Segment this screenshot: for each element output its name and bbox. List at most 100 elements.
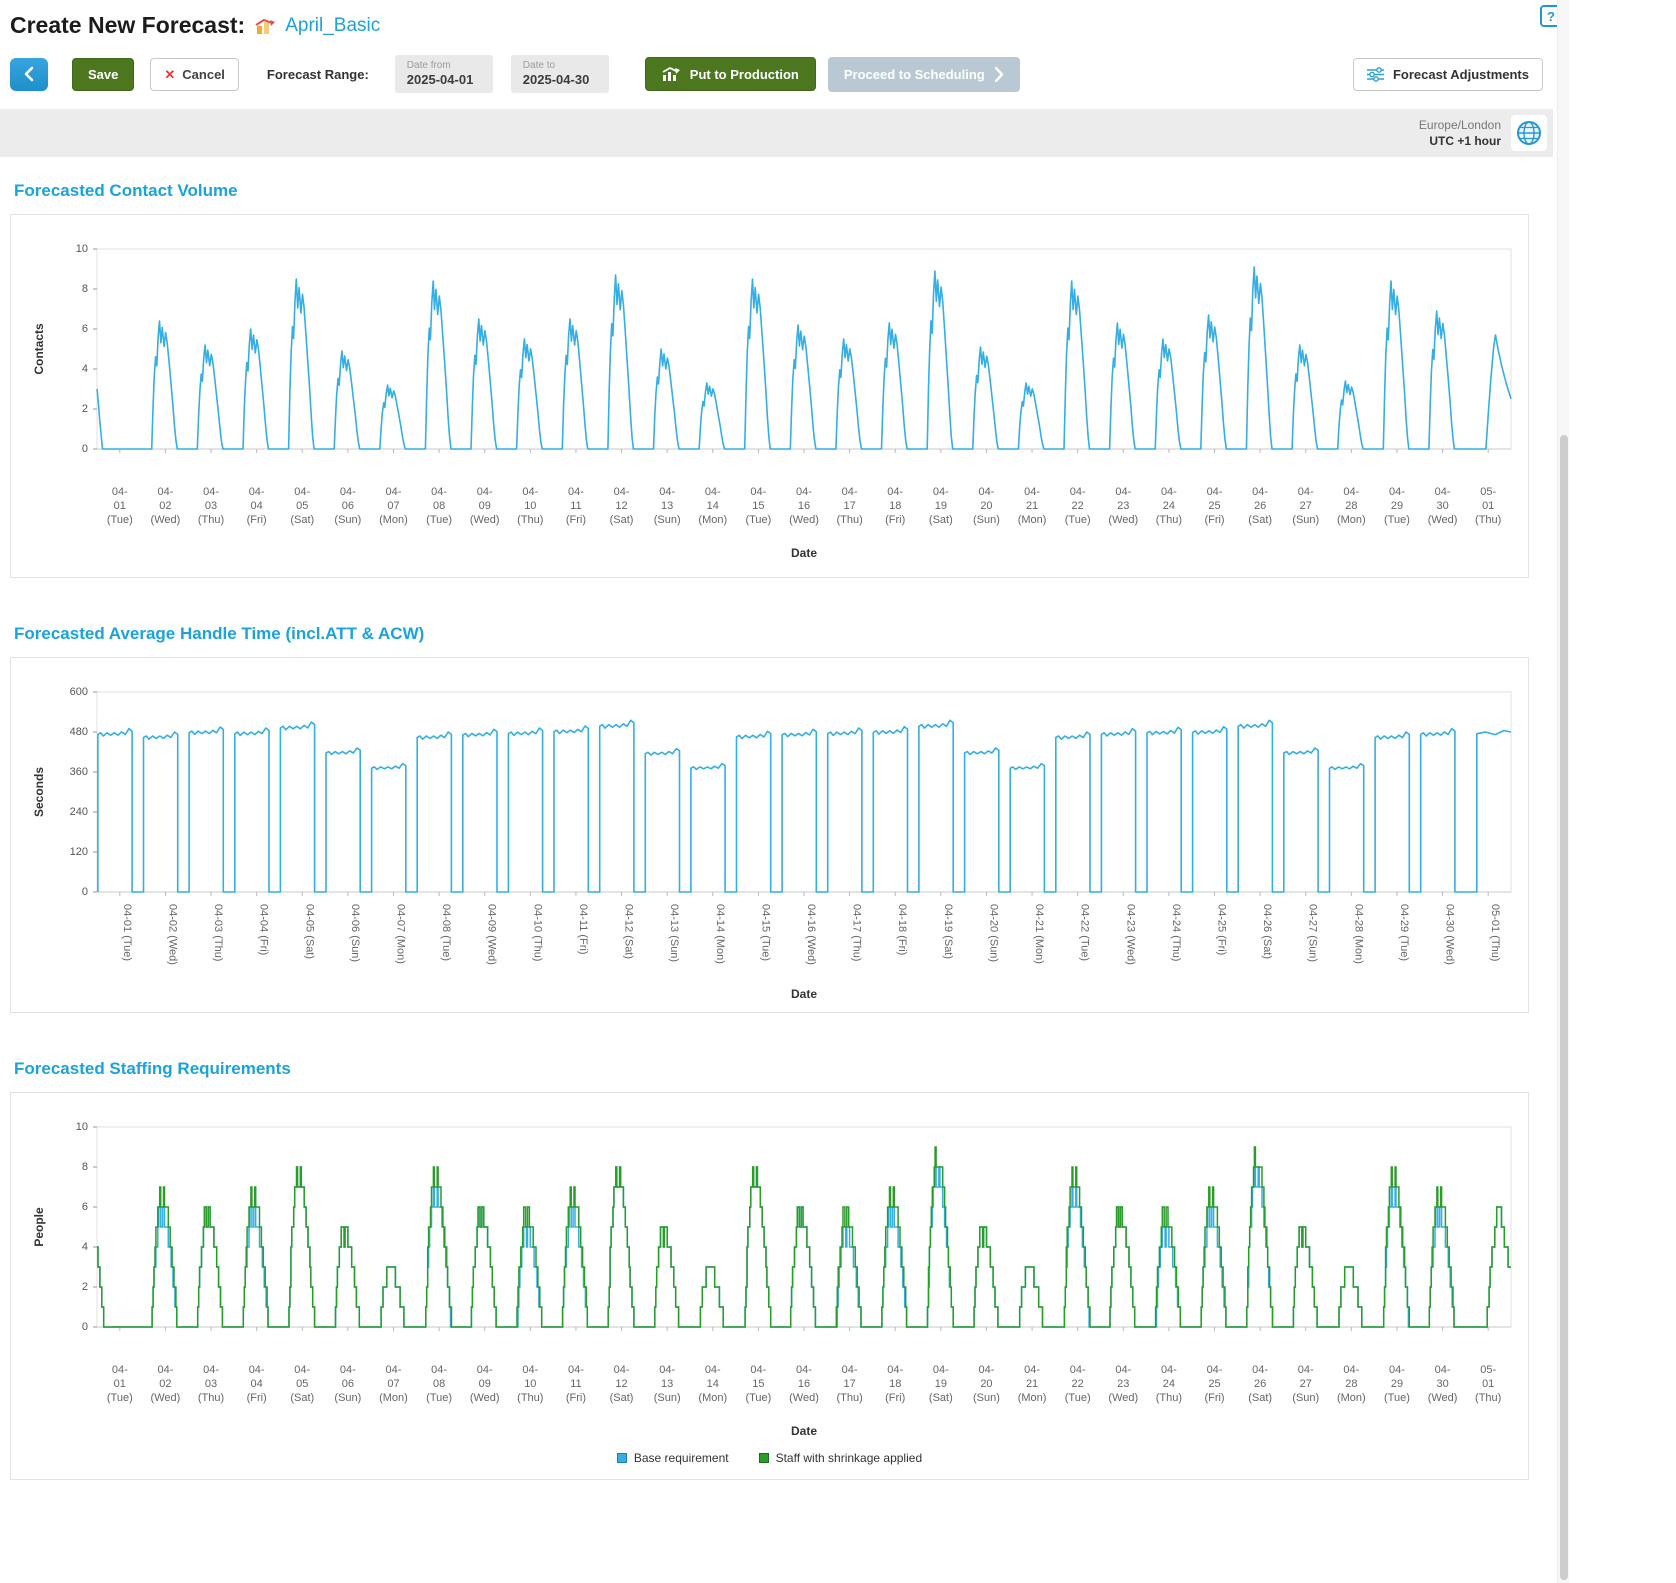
date-to-field[interactable]: Date to 2025-04-30	[510, 55, 609, 93]
svg-text:(Fri): (Fri)	[247, 1392, 267, 1404]
svg-text:04-: 04-	[522, 1364, 538, 1376]
svg-text:19: 19	[935, 1378, 947, 1390]
svg-text:04-: 04-	[842, 486, 858, 498]
svg-text:03: 03	[205, 1378, 217, 1390]
svg-text:17: 17	[843, 1378, 855, 1390]
svg-text:(Sat): (Sat)	[290, 1392, 314, 1404]
svg-text:(Fri): (Fri)	[566, 514, 586, 526]
svg-text:4: 4	[82, 363, 88, 375]
svg-text:03: 03	[205, 500, 217, 512]
svg-text:04-: 04-	[431, 1364, 447, 1376]
svg-text:04-04 (Fri): 04-04 (Fri)	[258, 904, 270, 955]
svg-text:04-26 (Sat): 04-26 (Sat)	[1261, 904, 1273, 959]
cancel-button[interactable]: ✕ Cancel	[150, 57, 239, 91]
svg-text:04-: 04-	[1389, 486, 1405, 498]
svg-text:(Thu): (Thu)	[1475, 1392, 1501, 1404]
contact-volume-chart: 0 2 4 6 8 10 04- 01 (Tue) 04- 02 (Wed) 04- 03 (Thu) 04-…	[10, 214, 1529, 578]
svg-text:(Tue): (Tue)	[1384, 1392, 1410, 1404]
svg-text:27: 27	[1300, 1378, 1312, 1390]
legend-item-base-requirement[interactable]: Base requirement	[616, 1451, 729, 1465]
svg-text:04-: 04-	[1161, 486, 1177, 498]
timezone-banner: Europe/London UTC +1 hour	[0, 109, 1553, 157]
svg-text:(Sun): (Sun)	[973, 514, 1000, 526]
svg-text:04-: 04-	[249, 486, 265, 498]
svg-text:04-17 (Thu): 04-17 (Thu)	[851, 904, 863, 961]
staffing-plot: 024681004-01(Tue)04-02(Wed)04-03(Thu)04-…	[32, 1121, 1512, 1438]
svg-text:05: 05	[296, 500, 308, 512]
scrollbar-thumb[interactable]	[1560, 435, 1568, 1580]
svg-text:People: People	[32, 1207, 46, 1247]
svg-text:01: 01	[114, 500, 126, 512]
svg-text:120: 120	[70, 846, 88, 858]
forecast-name-link[interactable]: April_Basic	[285, 15, 380, 37]
svg-text:04-30 (Wed): 04-30 (Wed)	[1444, 904, 1456, 965]
svg-text:04-: 04-	[796, 1364, 812, 1376]
svg-text:(Sat): (Sat)	[290, 514, 314, 526]
svg-text:04-: 04-	[568, 1364, 584, 1376]
svg-text:04-: 04-	[1024, 486, 1040, 498]
legend-swatch-base	[616, 1453, 627, 1463]
put-to-production-button[interactable]: Put to Production	[644, 57, 816, 91]
svg-text:04-12 (Sat): 04-12 (Sat)	[623, 904, 635, 959]
timezone-region: Europe/London	[1418, 118, 1501, 132]
svg-text:18: 18	[889, 1378, 901, 1390]
date-to-value: 2025-04-30	[522, 72, 590, 87]
svg-text:6: 6	[82, 323, 88, 335]
svg-text:13: 13	[661, 500, 673, 512]
back-button[interactable]	[10, 57, 48, 91]
svg-text:04-: 04-	[1161, 1364, 1177, 1376]
svg-text:04-24 (Thu): 04-24 (Thu)	[1170, 904, 1182, 961]
forecast-adjustments-button[interactable]: Forecast Adjustments	[1352, 57, 1543, 91]
svg-text:(Thu): (Thu)	[836, 1392, 862, 1404]
svg-text:0: 0	[82, 443, 88, 455]
svg-text:04-19 (Sat): 04-19 (Sat)	[942, 904, 954, 959]
svg-text:6: 6	[82, 1201, 88, 1213]
svg-text:04-: 04-	[294, 1364, 310, 1376]
svg-text:24: 24	[1163, 500, 1175, 512]
svg-text:04-: 04-	[1435, 486, 1451, 498]
date-from-field[interactable]: Date from 2025-04-01	[394, 55, 493, 93]
svg-text:25: 25	[1208, 500, 1220, 512]
forecast-chart-icon	[254, 17, 276, 35]
svg-text:(Wed): (Wed)	[151, 1392, 181, 1404]
svg-text:26: 26	[1254, 500, 1266, 512]
svg-text:04-: 04-	[705, 486, 721, 498]
svg-text:(Tue): (Tue)	[426, 514, 452, 526]
svg-text:(Tue): (Tue)	[1065, 514, 1091, 526]
legend-item-shrinkage[interactable]: Staff with shrinkage applied	[758, 1451, 922, 1465]
svg-text:27: 27	[1300, 500, 1312, 512]
svg-text:(Wed): (Wed)	[470, 1392, 500, 1404]
svg-text:04-23 (Wed): 04-23 (Wed)	[1124, 904, 1136, 965]
svg-text:04-: 04-	[614, 1364, 630, 1376]
contact-volume-plot: 024681004-01(Tue)04-02(Wed)04-03(Thu)04-…	[32, 243, 1512, 560]
svg-text:04-15 (Tue): 04-15 (Tue)	[759, 904, 771, 961]
globe-icon[interactable]	[1511, 115, 1547, 151]
scrollbar[interactable]	[1557, 0, 1569, 1583]
svg-text:(Sat): (Sat)	[610, 514, 634, 526]
svg-text:04-: 04-	[750, 1364, 766, 1376]
svg-text:10: 10	[524, 500, 536, 512]
staffing-section: Forecasted Staffing Requirements 0 2 4 6 8 10…	[0, 1059, 1553, 1480]
svg-text:16: 16	[798, 500, 810, 512]
svg-text:05-: 05-	[1480, 486, 1496, 498]
save-button[interactable]: Save	[72, 57, 135, 91]
svg-text:(Wed): (Wed)	[1108, 1392, 1138, 1404]
svg-text:04-: 04-	[1252, 486, 1268, 498]
svg-text:(Sat): (Sat)	[610, 1392, 634, 1404]
svg-text:Date: Date	[791, 987, 817, 1001]
svg-text:04-10 (Thu): 04-10 (Thu)	[531, 904, 543, 961]
svg-text:8: 8	[82, 283, 88, 295]
proceed-to-scheduling-button[interactable]: Proceed to Scheduling	[827, 56, 1020, 92]
svg-text:(Thu): (Thu)	[1156, 1392, 1182, 1404]
svg-text:04-: 04-	[1343, 486, 1359, 498]
svg-text:04-: 04-	[1298, 486, 1314, 498]
svg-text:(Fri): (Fri)	[1204, 514, 1224, 526]
svg-text:16: 16	[798, 1378, 810, 1390]
date-from-label: Date from	[406, 60, 451, 71]
cancel-x-icon: ✕	[164, 66, 176, 82]
svg-text:04-: 04-	[659, 486, 675, 498]
svg-text:02: 02	[159, 500, 171, 512]
legend-label-base: Base requirement	[633, 1451, 729, 1465]
svg-text:(Mon): (Mon)	[379, 1392, 408, 1404]
svg-text:(Sun): (Sun)	[1292, 1392, 1319, 1404]
